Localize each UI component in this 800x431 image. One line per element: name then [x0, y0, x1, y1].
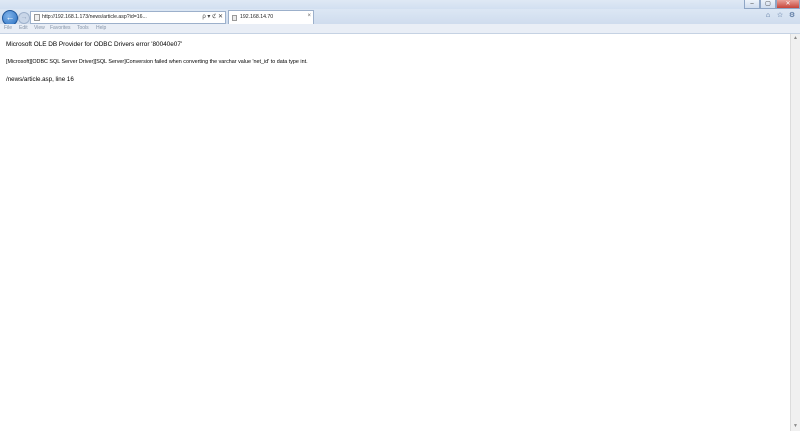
address-text[interactable]: http://192.168.1.173/news/article.asp?id…	[42, 14, 147, 20]
menu-favorites[interactable]: Favorites	[50, 25, 71, 31]
scroll-down-arrow-icon[interactable]: ▼	[792, 423, 799, 430]
error-title: Microsoft OLE DB Provider for ODBC Drive…	[6, 41, 183, 48]
favorites-star-icon[interactable]: ☆	[776, 12, 784, 20]
vertical-scrollbar[interactable]: ▲ ▼	[790, 34, 800, 431]
page-icon	[34, 14, 40, 21]
toolbar-right: ⌂ ☆ ⚙	[764, 12, 796, 20]
title-bar: – ▢ ✕	[0, 0, 800, 9]
menu-view[interactable]: View	[34, 25, 45, 31]
close-button[interactable]: ✕	[776, 0, 800, 9]
minimize-button[interactable]: –	[744, 0, 760, 9]
menu-file[interactable]: File	[4, 25, 12, 31]
address-bar[interactable]: http://192.168.1.173/news/article.asp?id…	[30, 11, 226, 24]
scroll-up-arrow-icon[interactable]: ▲	[792, 35, 799, 42]
tab-label: 192.168.14.70	[240, 14, 274, 20]
menu-tools[interactable]: Tools	[77, 25, 89, 31]
maximize-button[interactable]: ▢	[760, 0, 776, 9]
forward-button[interactable]: →	[18, 12, 30, 24]
menu-help[interactable]: Help	[96, 25, 106, 31]
address-tools[interactable]: ρ ▾ ℭ ✕	[202, 13, 223, 20]
navigation-bar: ← → http://192.168.1.173/news/article.as…	[0, 9, 800, 26]
tab-close-icon[interactable]: ×	[307, 13, 311, 19]
error-detail: [Microsoft][ODBC SQL Server Driver][SQL …	[6, 59, 308, 65]
page-content: Microsoft OLE DB Provider for ODBC Drive…	[0, 34, 800, 431]
window-controls: – ▢ ✕	[744, 0, 800, 9]
tab-page-icon	[232, 15, 237, 21]
menu-edit[interactable]: Edit	[19, 25, 28, 31]
tab-active[interactable]: 192.168.14.70 ×	[228, 10, 314, 24]
gear-icon[interactable]: ⚙	[788, 12, 796, 20]
home-icon[interactable]: ⌂	[764, 12, 772, 20]
menu-bar: File Edit View Favorites Tools Help	[0, 24, 800, 34]
error-location: /news/article.asp, line 16	[6, 76, 74, 83]
